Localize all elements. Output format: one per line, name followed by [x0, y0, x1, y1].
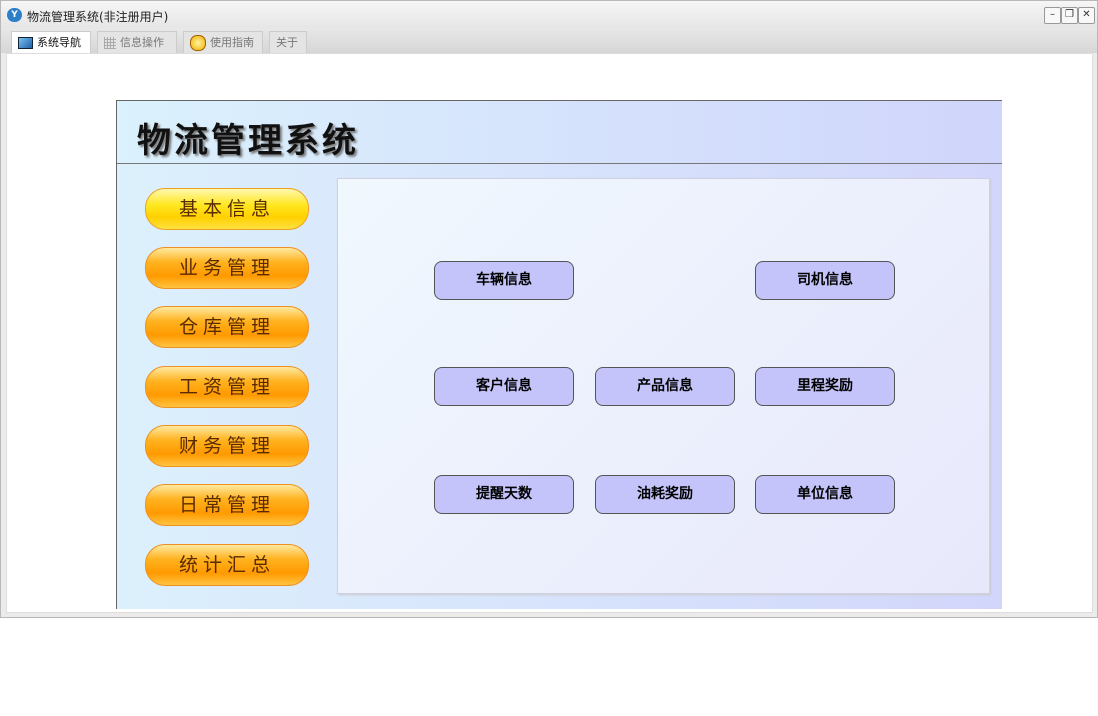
tab-system-nav[interactable]: 系统导航 — [11, 31, 91, 53]
fuel-reward-button[interactable]: 油耗奖励 — [595, 475, 735, 514]
sidebar-item-daily[interactable]: 日常管理 — [145, 484, 309, 526]
tab-user-guide[interactable]: 使用指南 — [183, 31, 263, 53]
sidebar-item-salary[interactable]: 工资管理 — [145, 366, 309, 408]
title-bar: Y 物流管理系统(非注册用户) – ❐ ✕ — [1, 1, 1097, 28]
header: 物流管理系统 — [117, 101, 1002, 164]
reminder-days-button[interactable]: 提醒天数 — [434, 475, 574, 514]
close-button[interactable]: ✕ — [1078, 7, 1095, 24]
monitor-icon — [18, 37, 33, 49]
tab-info-ops[interactable]: 信息操作 — [97, 31, 177, 53]
mileage-reward-button[interactable]: 里程奖励 — [755, 367, 895, 406]
sidebar-item-statistics[interactable]: 统计汇总 — [145, 544, 309, 586]
tab-label: 系统导航 — [37, 36, 81, 49]
unit-info-button[interactable]: 单位信息 — [755, 475, 895, 514]
sidebar-item-business[interactable]: 业务管理 — [145, 247, 309, 289]
minimize-button[interactable]: – — [1044, 7, 1061, 24]
tab-about[interactable]: 关于 — [269, 31, 307, 53]
restore-button[interactable]: ❐ — [1061, 7, 1078, 24]
app-logo-icon: Y — [7, 8, 22, 22]
grid-icon — [104, 37, 116, 49]
tab-label: 关于 — [276, 36, 298, 49]
vehicle-info-button[interactable]: 车辆信息 — [434, 261, 574, 300]
sidebar-item-basic-info[interactable]: 基本信息 — [145, 188, 309, 230]
tab-label: 使用指南 — [210, 36, 254, 49]
tab-label: 信息操作 — [120, 36, 164, 49]
customer-info-button[interactable]: 客户信息 — [434, 367, 574, 406]
tab-bar: 系统导航 信息操作 使用指南 关于 — [1, 28, 1097, 53]
sidebar-item-warehouse[interactable]: 仓库管理 — [145, 306, 309, 348]
window-title: 物流管理系统(非注册用户) — [27, 10, 169, 24]
product-info-button[interactable]: 产品信息 — [595, 367, 735, 406]
function-panel: 车辆信息 司机信息 客户信息 产品信息 里程奖励 提醒天数 油耗奖励 单位信息 — [337, 178, 990, 594]
main-frame: 物流管理系统 基本信息 业务管理 仓库管理 工资管理 财务管理 日常管理 统计汇… — [116, 100, 1002, 609]
sidebar-item-finance[interactable]: 财务管理 — [145, 425, 309, 467]
help-icon — [190, 35, 206, 51]
page-title: 物流管理系统 — [137, 121, 359, 161]
driver-info-button[interactable]: 司机信息 — [755, 261, 895, 300]
